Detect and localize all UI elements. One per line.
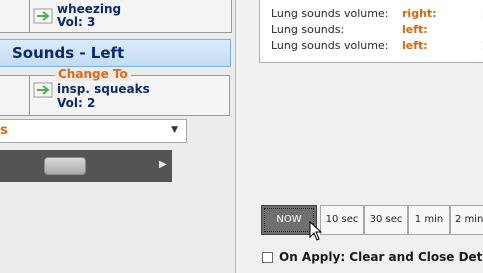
slider-thumb[interactable]	[44, 157, 86, 175]
info-side: left:	[402, 39, 428, 52]
apply-label: On Apply: Clear and Close Deta	[279, 250, 483, 264]
info-row: Lung sounds volume:left:2	[271, 39, 483, 52]
change-to-legend: Change To	[55, 67, 131, 81]
change-to-volume: Vol: 2	[57, 96, 96, 110]
arrow-right-icon	[33, 82, 53, 98]
divider	[29, 76, 30, 115]
info-row: Lung sounds:left:i	[271, 23, 483, 36]
info-label: Lung sounds volume:	[271, 39, 389, 52]
arrow-right-icon	[33, 8, 53, 24]
previous-change-box: wheezing Vol: 3	[0, 0, 232, 33]
divider	[29, 0, 30, 32]
current-state-box: Lung sounds volume:right:3 Lung sounds:l…	[259, 0, 483, 63]
info-label: Lung sounds:	[271, 23, 345, 36]
info-label: Lung sounds volume:	[271, 7, 389, 20]
volume-slider[interactable]	[0, 150, 172, 182]
10-sec-button[interactable]: 10 sec	[320, 205, 364, 235]
apply-checkbox[interactable]	[262, 252, 273, 263]
section-title: Sounds - Left	[12, 44, 125, 62]
30-sec-button[interactable]: 30 sec	[364, 205, 408, 235]
chevron-down-icon: ▼	[171, 125, 178, 135]
sound-dropdown[interactable]: s ▼	[0, 119, 187, 143]
left-panel: wheezing Vol: 3 Sounds - Left Change To …	[0, 0, 236, 273]
dropdown-value: s	[0, 123, 8, 138]
info-side: right:	[402, 7, 437, 20]
section-header[interactable]: Sounds - Left	[0, 39, 231, 67]
chevron-right-icon[interactable]: ▶	[159, 159, 167, 170]
change-to-title: insp. squeaks	[57, 82, 150, 96]
previous-change-volume: Vol: 3	[57, 15, 96, 29]
mouse-cursor-icon	[309, 220, 323, 244]
info-row: Lung sounds volume:right:3	[271, 7, 483, 20]
2-min-button[interactable]: 2 min	[450, 205, 483, 235]
info-side: left:	[402, 23, 428, 36]
change-to-box: Change To insp. squeaks Vol: 2	[0, 67, 230, 116]
1-min-button[interactable]: 1 min	[408, 205, 450, 235]
